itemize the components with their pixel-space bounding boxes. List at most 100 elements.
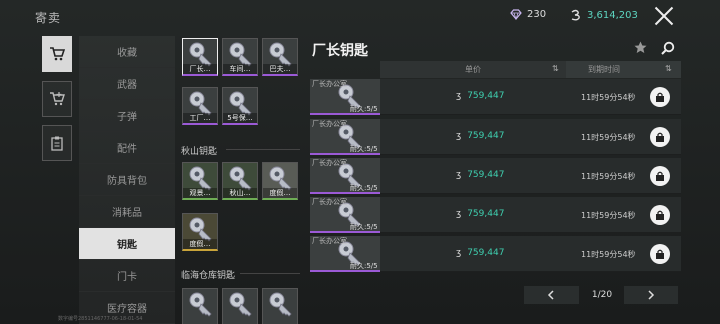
buy-button[interactable] bbox=[650, 127, 670, 147]
row-item-name: 厂长办公室 bbox=[312, 198, 347, 206]
category-weapons[interactable]: 武器 bbox=[79, 68, 175, 100]
row-price: ʒ 759,447 bbox=[456, 91, 504, 101]
table-header: 单价 ⇅ 到期时间 ⇅ bbox=[380, 61, 681, 78]
key-tile-factory[interactable]: 工厂… bbox=[182, 87, 218, 125]
key-tile-coastal-2[interactable] bbox=[222, 288, 258, 324]
tile-label: 车间… bbox=[223, 64, 257, 74]
row-durability: 耐久:5/5 bbox=[350, 184, 378, 192]
coin-icon: ʒ bbox=[456, 91, 462, 101]
shopping-bag-icon bbox=[656, 249, 664, 259]
key-icon bbox=[189, 292, 212, 317]
tab-sell[interactable] bbox=[42, 81, 72, 117]
row-item-name: 厂长办公室 bbox=[312, 159, 347, 167]
cart-add-icon bbox=[50, 92, 65, 106]
price-value: 759,447 bbox=[467, 209, 505, 219]
row-expire-time: 11时59分54秒 bbox=[581, 93, 636, 102]
coin-icon: ʒ bbox=[456, 131, 462, 141]
prev-page-button[interactable] bbox=[524, 286, 579, 304]
row-price: ʒ 759,447 bbox=[456, 209, 504, 219]
coin-icon: ʒ bbox=[456, 170, 462, 180]
tile-label: 5号保… bbox=[223, 113, 257, 123]
table-row[interactable]: 厂长办公室 耐久:5/5 ʒ 759,447 11时59分54秒 bbox=[310, 236, 681, 272]
tile-label: 厂长… bbox=[183, 64, 217, 74]
category-consumables[interactable]: 消耗品 bbox=[79, 196, 175, 228]
category-keys[interactable]: 钥匙 bbox=[79, 228, 175, 260]
table-row[interactable]: 厂长办公室 耐久:5/5 ʒ 759,447 11时59分54秒 bbox=[310, 79, 681, 115]
column-expire-time[interactable]: 到期时间 bbox=[588, 64, 620, 75]
table-row[interactable]: 厂长办公室 耐久:5/5 ʒ 759,447 11时59分54秒 bbox=[310, 119, 681, 155]
row-expire-time: 11时59分54秒 bbox=[581, 172, 636, 181]
buy-button[interactable] bbox=[650, 87, 670, 107]
gem-count: 230 bbox=[527, 9, 547, 20]
category-collection[interactable]: 收藏 bbox=[79, 36, 175, 68]
category-keycards[interactable]: 门卡 bbox=[79, 260, 175, 292]
key-tile-factory-director[interactable]: 厂长… bbox=[182, 38, 218, 76]
tile-label: 工厂… bbox=[183, 113, 217, 123]
shopping-bag-icon bbox=[656, 210, 664, 220]
category-list: 收藏 武器 子弹 配件 防具背包 消耗品 钥匙 门卡 医疗容器 bbox=[79, 36, 175, 324]
buy-button[interactable] bbox=[650, 205, 670, 225]
coin-icon: ʒ bbox=[456, 248, 462, 258]
chevron-right-icon bbox=[648, 290, 655, 300]
row-price: ʒ 759,447 bbox=[456, 170, 504, 180]
tile-label: 度假… bbox=[263, 188, 297, 198]
page-indicator: 1/20 bbox=[591, 290, 613, 300]
category-armor-backpack[interactable]: 防具背包 bbox=[79, 164, 175, 196]
section-title-coastal-warehouse-keys: 临海仓库钥匙 bbox=[181, 271, 236, 281]
row-item-name: 厂长办公室 bbox=[312, 120, 347, 128]
key-icon bbox=[229, 292, 252, 317]
key-tile-autumn[interactable]: 秋山… bbox=[222, 162, 258, 200]
row-price: ʒ 759,447 bbox=[456, 131, 504, 141]
row-expire-time: 11时59分54秒 bbox=[581, 250, 636, 259]
row-expire-time: 11时59分54秒 bbox=[581, 211, 636, 220]
section-title-autumn-keys: 秋山钥匙 bbox=[181, 147, 218, 157]
search-icon[interactable] bbox=[661, 41, 675, 55]
table-row[interactable]: 厂长办公室 耐久:5/5 ʒ 759,447 11时59分54秒 bbox=[310, 158, 681, 194]
key-tile-coastal-3[interactable] bbox=[262, 288, 298, 324]
row-durability: 耐久:5/5 bbox=[350, 262, 378, 270]
clipboard-icon bbox=[51, 136, 63, 151]
star-icon[interactable] bbox=[634, 41, 647, 54]
shopping-bag-icon bbox=[656, 171, 664, 181]
sort-icon[interactable]: ⇅ bbox=[552, 64, 559, 73]
coin-balance: 3,614,203 bbox=[570, 9, 638, 21]
tile-label: 巴夫… bbox=[263, 64, 297, 74]
tile-label: 秋山… bbox=[223, 188, 257, 198]
chevron-left-icon bbox=[547, 290, 554, 300]
price-value: 759,447 bbox=[467, 170, 505, 180]
key-tile-coastal-1[interactable] bbox=[182, 288, 218, 324]
gem-balance: 230 bbox=[510, 9, 546, 20]
column-price[interactable]: 单价 bbox=[465, 64, 481, 75]
category-ammo[interactable]: 子弹 bbox=[79, 100, 175, 132]
key-tile-viewpoint[interactable]: 观景… bbox=[182, 162, 218, 200]
tab-records[interactable] bbox=[42, 125, 72, 161]
key-tile-workshop[interactable]: 车间… bbox=[222, 38, 258, 76]
buy-button[interactable] bbox=[650, 244, 670, 264]
key-tile-vault-5[interactable]: 5号保… bbox=[222, 87, 258, 125]
tab-buy[interactable] bbox=[42, 36, 72, 72]
row-expire-time: 11时59分54秒 bbox=[581, 133, 636, 142]
next-page-button[interactable] bbox=[624, 286, 678, 304]
footnote-id: 数字编号2851146777-06-18-01-54 bbox=[58, 316, 143, 322]
shopping-cart-icon bbox=[50, 47, 65, 61]
key-tile-resort[interactable]: 度假… bbox=[262, 162, 298, 200]
sort-icon[interactable]: ⇅ bbox=[665, 64, 672, 73]
row-item-name: 厂长办公室 bbox=[312, 80, 347, 88]
key-tile-bafu[interactable]: 巴夫… bbox=[262, 38, 298, 76]
expire-column-bg bbox=[566, 61, 681, 78]
price-value: 759,447 bbox=[467, 91, 505, 101]
key-icon bbox=[269, 292, 292, 317]
category-attachments[interactable]: 配件 bbox=[79, 132, 175, 164]
tile-label: 观景… bbox=[183, 188, 217, 198]
listing-title: 厂长钥匙 bbox=[312, 43, 368, 59]
price-value: 759,447 bbox=[467, 248, 505, 258]
buy-button[interactable] bbox=[650, 166, 670, 186]
close-icon[interactable] bbox=[652, 4, 676, 28]
shopping-bag-icon bbox=[656, 132, 664, 142]
key-tile-resort-2[interactable]: 度假… bbox=[182, 213, 218, 251]
divider bbox=[226, 149, 300, 150]
row-durability: 耐久:5/5 bbox=[350, 223, 378, 231]
row-durability: 耐久:5/5 bbox=[350, 105, 378, 113]
table-row[interactable]: 厂长办公室 耐久:5/5 ʒ 759,447 11时59分54秒 bbox=[310, 197, 681, 233]
coin-count: 3,614,203 bbox=[587, 9, 638, 21]
